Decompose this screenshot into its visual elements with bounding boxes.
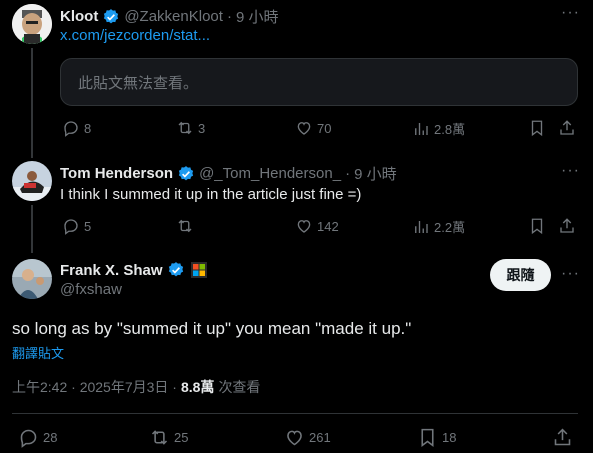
tweet-link[interactable]: x.com/jezcorden/stat... <box>60 27 210 44</box>
retweet-count: 3 <box>198 120 206 136</box>
verified-badge-icon <box>168 262 183 277</box>
retweet-count: 25 <box>174 430 189 445</box>
action-bar: 8 3 70 2.8萬 <box>60 119 578 139</box>
bookmark-icon <box>531 120 543 137</box>
heart-icon <box>287 430 302 446</box>
author-name[interactable]: Kloot <box>60 8 98 25</box>
retweet-icon <box>178 219 192 233</box>
retweet-button[interactable]: 25 <box>149 427 188 448</box>
retweet-icon <box>151 430 168 445</box>
author-header: Frank X. Shaw <box>60 261 207 279</box>
microsoft-logo-icon <box>190 262 207 278</box>
reply-icon <box>20 429 37 448</box>
views-button[interactable]: 2.2萬 <box>412 217 465 236</box>
verified-badge-icon <box>104 8 119 23</box>
reply-icon <box>64 121 78 137</box>
avatar[interactable] <box>12 259 52 299</box>
share-button[interactable] <box>558 119 576 137</box>
reply-count: 5 <box>84 218 92 234</box>
thread-line <box>31 205 33 253</box>
bookmark-button[interactable] <box>528 119 546 137</box>
like-button[interactable]: 70 <box>295 119 331 137</box>
views-icon <box>415 122 428 135</box>
more-options-icon[interactable]: ··· <box>561 162 580 180</box>
share-icon <box>560 218 574 233</box>
bookmark-count: 18 <box>442 430 457 445</box>
author-handle[interactable]: @fxshaw <box>60 281 122 298</box>
translate-link[interactable]: 翻譯貼文 <box>12 343 64 362</box>
separator: · <box>226 8 232 25</box>
views-button[interactable]: 2.8萬 <box>412 119 465 138</box>
timestamp[interactable]: 上午2:42 · 2025年7月3日 · <box>12 377 177 397</box>
action-bar: 5 142 2.2萬 <box>60 217 578 237</box>
retweet-icon <box>178 121 192 135</box>
bookmark-button[interactable] <box>528 217 546 235</box>
heart-icon <box>297 220 311 233</box>
tweet-text: I think I summed it up in the article ju… <box>60 186 362 203</box>
verified-badge-icon <box>178 165 194 180</box>
bookmark-button[interactable]: 18 <box>417 427 456 448</box>
tweet-meta: 上午2:42 · 2025年7月3日 · 8.8萬 次查看 <box>12 377 260 397</box>
views-label: 次查看 <box>218 379 261 395</box>
share-button[interactable] <box>552 427 573 448</box>
like-button[interactable]: 261 <box>284 427 331 448</box>
reply-count: 28 <box>43 430 58 445</box>
author-name[interactable]: Tom Henderson <box>60 165 173 182</box>
more-options-icon[interactable]: ··· <box>561 4 580 22</box>
unavailable-text: 此貼文無法查看。 <box>78 74 199 92</box>
tweet-header: Tom Henderson @_Tom_Henderson_ · 9 小時 <box>60 163 397 184</box>
bookmark-icon <box>421 428 434 447</box>
avatar[interactable] <box>12 4 52 44</box>
share-icon <box>560 120 574 135</box>
more-options-icon[interactable]: ··· <box>561 265 580 283</box>
quoted-tweet-unavailable: 此貼文無法查看。 <box>60 58 578 106</box>
timestamp[interactable]: 9 小時 <box>354 163 397 184</box>
follow-button[interactable]: 跟隨 <box>490 259 551 291</box>
divider <box>12 413 578 414</box>
like-button[interactable]: 142 <box>295 217 339 235</box>
retweet-button[interactable]: 3 <box>176 119 205 137</box>
author-handle[interactable]: @_Tom_Henderson_ <box>199 165 341 182</box>
author-name[interactable]: Frank X. Shaw <box>60 262 163 279</box>
reply-button[interactable]: 28 <box>18 427 57 448</box>
main-action-bar: 28 25 261 18 <box>12 427 578 449</box>
heart-icon <box>297 122 311 135</box>
reply-button[interactable]: 8 <box>62 119 91 137</box>
main-tweet-text: so long as by "summed it up" you mean "m… <box>12 319 412 338</box>
views-count: 2.2萬 <box>434 220 466 235</box>
bookmark-icon <box>531 218 543 235</box>
views-count: 2.8萬 <box>434 122 466 137</box>
avatar[interactable] <box>12 161 52 201</box>
views-count: 8.8萬 <box>180 379 215 395</box>
reply-button[interactable]: 5 <box>62 217 91 235</box>
retweet-button[interactable] <box>176 217 198 235</box>
author-handle[interactable]: @ZakkenKloot <box>124 8 223 25</box>
like-count: 142 <box>317 218 339 234</box>
reply-count: 8 <box>84 120 92 136</box>
share-button[interactable] <box>558 217 576 235</box>
tweet-header: Kloot @ZakkenKloot · 9 小時 <box>60 6 278 27</box>
share-icon <box>554 428 571 446</box>
views-icon <box>415 220 428 233</box>
reply-icon <box>64 219 78 235</box>
like-count: 70 <box>317 120 332 136</box>
like-count: 261 <box>309 430 331 445</box>
separator: · <box>345 165 351 182</box>
thread-line <box>31 48 33 158</box>
timestamp[interactable]: 9 小時 <box>236 6 279 27</box>
